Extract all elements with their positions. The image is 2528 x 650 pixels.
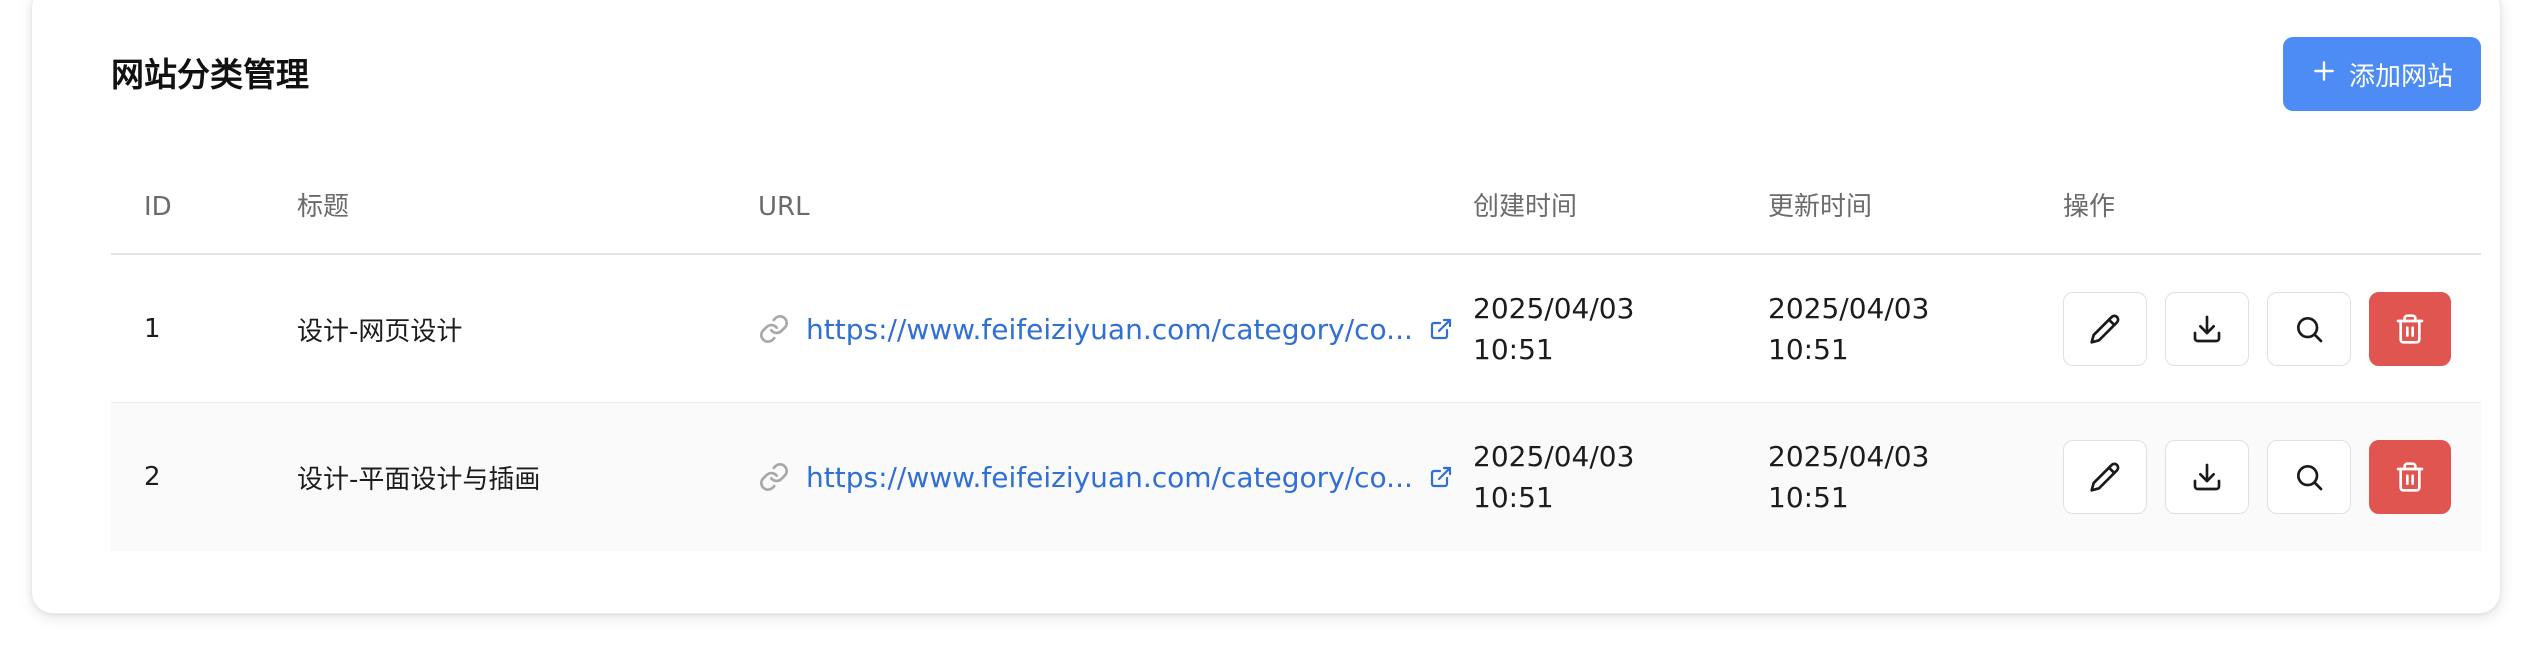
- table-row: 2 设计-平面设计与插画 https://www.feifeiziyuan.co…: [111, 403, 2481, 551]
- row-created-date: 2025/04/03: [1473, 292, 1635, 325]
- download-icon: [2193, 463, 2221, 491]
- row-url-cell: https://www.feifeiziyuan.com/category/co…: [758, 403, 1453, 551]
- row-actions: [2063, 403, 2451, 551]
- header-actions: 操作: [2063, 192, 2116, 222]
- row-url-link[interactable]: https://www.feifeiziyuan.com/category/co…: [806, 461, 1413, 494]
- download-button[interactable]: [2165, 440, 2249, 514]
- delete-button[interactable]: [2369, 440, 2451, 514]
- website-table: ID 标题 URL 创建时间 更新时间 操作 1 设计-网页设计 https:/…: [111, 159, 2481, 551]
- header-title: 标题: [297, 192, 350, 222]
- row-updated-time: 10:51: [1768, 481, 1849, 514]
- header-id: ID: [144, 192, 172, 222]
- row-updated: 2025/04/03 10:51: [1768, 403, 1929, 551]
- link-icon: [758, 461, 790, 493]
- search-button[interactable]: [2267, 292, 2351, 366]
- edit-button[interactable]: [2063, 440, 2147, 514]
- download-button[interactable]: [2165, 292, 2249, 366]
- row-id: 1: [144, 314, 161, 344]
- delete-button[interactable]: [2369, 292, 2451, 366]
- external-link-icon[interactable]: [1429, 317, 1453, 341]
- table-row: 1 设计-网页设计 https://www.feifeiziyuan.com/c…: [111, 255, 2481, 403]
- search-icon: [2297, 465, 2323, 491]
- add-website-button[interactable]: 添加网站: [2283, 37, 2481, 111]
- edit-button[interactable]: [2063, 292, 2147, 366]
- row-id: 2: [144, 462, 161, 492]
- search-icon: [2297, 317, 2323, 343]
- header-updated: 更新时间: [1768, 192, 1873, 222]
- pencil-icon: [2090, 314, 2120, 344]
- trash-icon: [2396, 314, 2424, 344]
- page-title: 网站分类管理: [111, 55, 309, 94]
- header-url: URL: [758, 192, 810, 222]
- row-created-time: 10:51: [1473, 481, 1554, 514]
- row-url-cell: https://www.feifeiziyuan.com/category/co…: [758, 255, 1453, 403]
- row-created: 2025/04/03 10:51: [1473, 403, 1634, 551]
- search-button[interactable]: [2267, 440, 2351, 514]
- row-updated-date: 2025/04/03: [1768, 292, 1930, 325]
- link-icon: [758, 313, 790, 345]
- download-icon: [2193, 315, 2221, 343]
- external-link-icon[interactable]: [1429, 465, 1453, 489]
- row-title: 设计-平面设计与插画: [297, 464, 541, 495]
- row-created-date: 2025/04/03: [1473, 440, 1635, 473]
- row-updated-date: 2025/04/03: [1768, 440, 1930, 473]
- row-created-time: 10:51: [1473, 333, 1554, 366]
- table-header: ID 标题 URL 创建时间 更新时间 操作: [111, 159, 2481, 255]
- row-updated-time: 10:51: [1768, 333, 1849, 366]
- row-created: 2025/04/03 10:51: [1473, 255, 1634, 403]
- row-updated: 2025/04/03 10:51: [1768, 255, 1929, 403]
- category-card: 网站分类管理 添加网站 ID 标题 URL 创建时间 更新时间 操作 1 设计-…: [31, 0, 2501, 614]
- plus-icon: [2311, 58, 2337, 91]
- header-created: 创建时间: [1473, 192, 1578, 222]
- pencil-icon: [2090, 462, 2120, 492]
- trash-icon: [2396, 462, 2424, 492]
- row-actions: [2063, 255, 2451, 403]
- add-website-label: 添加网站: [2348, 61, 2453, 92]
- row-url-link[interactable]: https://www.feifeiziyuan.com/category/co…: [806, 313, 1413, 346]
- row-title: 设计-网页设计: [297, 316, 463, 347]
